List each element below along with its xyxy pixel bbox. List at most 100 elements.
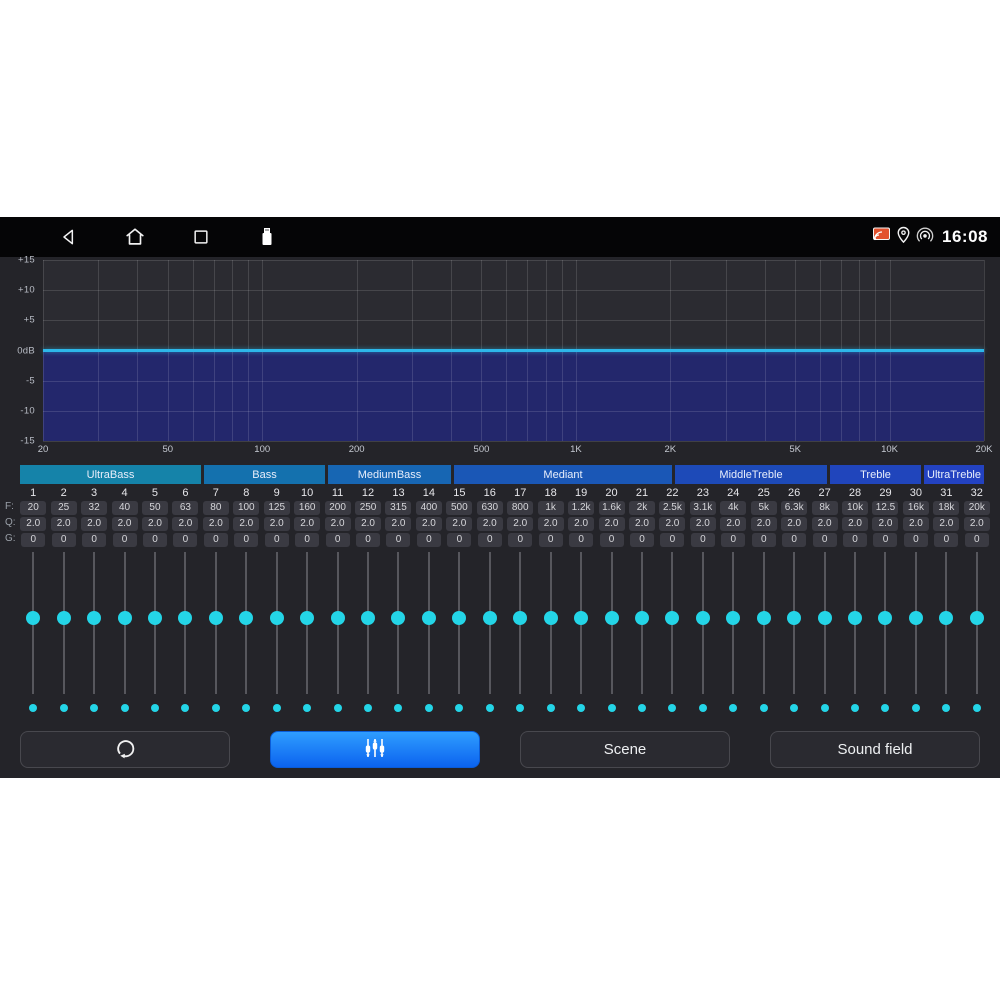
gain-slider[interactable] <box>322 549 352 699</box>
slider-thumb[interactable] <box>57 611 71 625</box>
slider-thumb[interactable] <box>26 611 40 625</box>
gain-slider[interactable] <box>109 549 139 699</box>
gain-slider[interactable] <box>201 549 231 699</box>
home-button[interactable] <box>121 223 149 251</box>
slider-thumb[interactable] <box>970 611 984 625</box>
q-value-chip: 2.0 <box>599 517 625 531</box>
gain-slider[interactable] <box>292 549 322 699</box>
gridline-horizontal <box>43 381 984 382</box>
gain-slider[interactable] <box>809 549 839 699</box>
band-column-22: 222.5k2.00 <box>657 485 687 712</box>
gain-slider[interactable] <box>596 549 626 699</box>
gain-slider[interactable] <box>688 549 718 699</box>
gain-slider[interactable] <box>718 549 748 699</box>
gain-value-chip: 0 <box>356 533 380 547</box>
gain-slider[interactable] <box>505 549 535 699</box>
gain-value-chip: 0 <box>417 533 441 547</box>
recents-button[interactable] <box>187 223 215 251</box>
slider-thumb[interactable] <box>635 611 649 625</box>
slider-thumb[interactable] <box>787 611 801 625</box>
frequency-value-chip: 32 <box>81 501 107 515</box>
gain-slider[interactable] <box>475 549 505 699</box>
frequency-value-chip: 500 <box>446 501 472 515</box>
band-number: 32 <box>971 485 983 501</box>
slider-thumb[interactable] <box>178 611 192 625</box>
slider-thumb[interactable] <box>118 611 132 625</box>
slider-thumb[interactable] <box>361 611 375 625</box>
back-button[interactable] <box>55 223 83 251</box>
gain-slider[interactable] <box>444 549 474 699</box>
gain-slider[interactable] <box>840 549 870 699</box>
band-number: 24 <box>727 485 739 501</box>
gain-slider[interactable] <box>414 549 444 699</box>
band-group-middletreble: MiddleTreble <box>675 465 827 484</box>
gain-slider[interactable] <box>931 549 961 699</box>
usb-device-icon[interactable] <box>253 223 281 251</box>
slider-thumb[interactable] <box>544 611 558 625</box>
band-indicator-dot <box>60 704 68 712</box>
gain-slider[interactable] <box>140 549 170 699</box>
sound-field-button[interactable]: Sound field <box>770 731 980 768</box>
slider-thumb[interactable] <box>270 611 284 625</box>
gain-slider[interactable] <box>170 549 200 699</box>
scene-button[interactable]: Scene <box>520 731 730 768</box>
gain-slider[interactable] <box>627 549 657 699</box>
band-group-bass: Bass <box>204 465 325 484</box>
slider-thumb[interactable] <box>452 611 466 625</box>
reset-button[interactable] <box>20 731 230 768</box>
gain-value-chip: 0 <box>813 533 837 547</box>
gain-slider[interactable] <box>535 549 565 699</box>
band-column-11: 112002.00 <box>322 485 352 712</box>
frequency-value-chip: 1.2k <box>568 501 594 515</box>
slider-thumb[interactable] <box>422 611 436 625</box>
slider-thumb[interactable] <box>757 611 771 625</box>
slider-thumb[interactable] <box>605 611 619 625</box>
slider-thumb[interactable] <box>300 611 314 625</box>
slider-thumb[interactable] <box>513 611 527 625</box>
slider-thumb[interactable] <box>818 611 832 625</box>
equalizer-button[interactable] <box>270 731 480 768</box>
gain-slider[interactable] <box>870 549 900 699</box>
slider-thumb[interactable] <box>239 611 253 625</box>
gain-slider[interactable] <box>79 549 109 699</box>
slider-thumb[interactable] <box>331 611 345 625</box>
slider-thumb[interactable] <box>148 611 162 625</box>
band-column-31: 3118k2.00 <box>931 485 961 712</box>
slider-thumb[interactable] <box>209 611 223 625</box>
slider-thumb[interactable] <box>87 611 101 625</box>
q-value-chip: 2.0 <box>203 517 229 531</box>
reset-icon <box>112 735 138 765</box>
gain-value-chip: 0 <box>82 533 106 547</box>
q-value-chip: 2.0 <box>264 517 290 531</box>
slider-thumb[interactable] <box>391 611 405 625</box>
slider-thumb[interactable] <box>574 611 588 625</box>
gain-slider[interactable] <box>901 549 931 699</box>
band-indicator-dot <box>942 704 950 712</box>
band-column-12: 122502.00 <box>353 485 383 712</box>
gain-slider[interactable] <box>383 549 413 699</box>
gain-slider[interactable] <box>749 549 779 699</box>
gain-slider[interactable] <box>657 549 687 699</box>
slider-thumb[interactable] <box>909 611 923 625</box>
slider-thumb[interactable] <box>726 611 740 625</box>
slider-thumb[interactable] <box>848 611 862 625</box>
slider-thumb[interactable] <box>878 611 892 625</box>
q-value-chip: 2.0 <box>294 517 320 531</box>
slider-thumb[interactable] <box>939 611 953 625</box>
gain-slider[interactable] <box>779 549 809 699</box>
slider-thumb[interactable] <box>665 611 679 625</box>
band-column-24: 244k2.00 <box>718 485 748 712</box>
q-value-chip: 2.0 <box>751 517 777 531</box>
gain-slider[interactable] <box>231 549 261 699</box>
gain-slider[interactable] <box>566 549 596 699</box>
gain-slider[interactable] <box>353 549 383 699</box>
band-column-4: 4402.00 <box>109 485 139 712</box>
gain-slider[interactable] <box>48 549 78 699</box>
slider-thumb[interactable] <box>483 611 497 625</box>
frequency-value-chip: 8k <box>812 501 838 515</box>
slider-thumb[interactable] <box>696 611 710 625</box>
band-number: 9 <box>274 485 280 501</box>
gain-slider[interactable] <box>962 549 992 699</box>
gain-slider[interactable] <box>262 549 292 699</box>
gain-slider[interactable] <box>18 549 48 699</box>
